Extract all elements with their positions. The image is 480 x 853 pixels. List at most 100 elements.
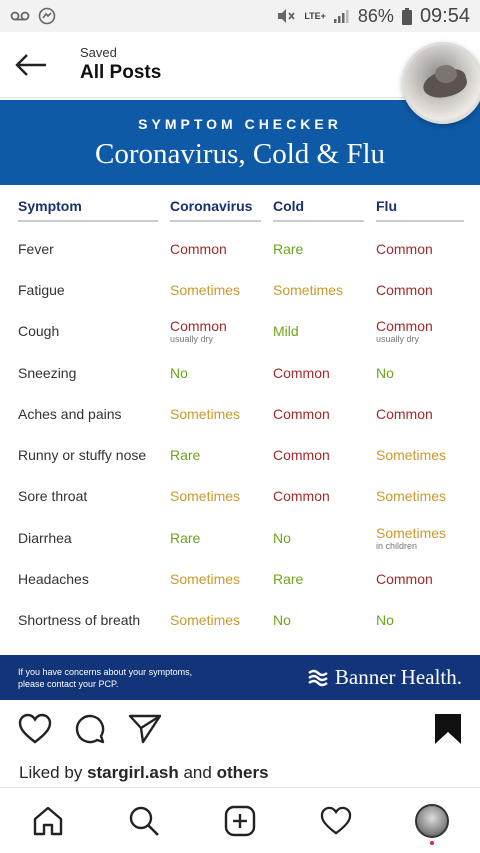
cold-cell: No xyxy=(273,517,376,558)
symptom-cell: Fever xyxy=(18,228,170,269)
symptom-cell-value: Shortness of breath xyxy=(18,612,141,629)
coronavirus-cell-value: Rare xyxy=(170,529,201,546)
flu-cell-value: Common xyxy=(376,240,433,257)
comment-button[interactable] xyxy=(74,713,106,750)
like-button[interactable] xyxy=(18,713,52,750)
flu-cell: Common usually dry xyxy=(376,311,464,352)
coronavirus-cell-value: Sometimes xyxy=(170,405,241,422)
table-row: Fatigue Sometimes Sometimes Common xyxy=(18,269,464,310)
nav-new-post[interactable] xyxy=(215,796,265,846)
likes-middle: and xyxy=(183,763,212,782)
cold-cell-value: Rare xyxy=(273,240,304,257)
comment-bubble-icon xyxy=(75,714,105,743)
symptom-cell-value: Runny or stuffy nose xyxy=(18,447,147,464)
nav-activity[interactable] xyxy=(311,796,361,846)
post-footer: If you have concerns about your symptoms… xyxy=(0,655,480,700)
cold-cell-value: Rare xyxy=(273,571,304,588)
table-row: Shortness of breath Sometimes No No xyxy=(18,600,464,641)
coronavirus-cell: Sometimes xyxy=(170,393,273,434)
coronavirus-cell: Sometimes xyxy=(170,476,273,517)
table-row: Runny or stuffy nose Rare Common Sometimes xyxy=(18,434,464,475)
symptom-table: Symptom Coronavirus Cold Flu Fever Common… xyxy=(18,198,464,641)
cold-cell: No xyxy=(273,600,376,641)
liked-by-user-link[interactable]: stargirl.ash xyxy=(87,763,179,782)
battery-icon xyxy=(401,7,412,25)
footer-note-line1: If you have concerns about your symptoms… xyxy=(18,666,193,677)
coronavirus-cell: Sometimes xyxy=(170,558,273,599)
symptom-cell: Sneezing xyxy=(18,352,170,393)
cold-cell: Common xyxy=(273,393,376,434)
symptom-cell-value: Aches and pains xyxy=(18,405,122,422)
flu-cell-value: Sometimes xyxy=(376,488,447,505)
mute-icon xyxy=(276,8,296,24)
col-header-symptom: Symptom xyxy=(18,198,158,222)
home-icon xyxy=(33,806,63,835)
cold-cell: Common xyxy=(273,476,376,517)
flu-cell: Common xyxy=(376,393,464,434)
post-banner: SYMPTOM CHECKER Coronavirus, Cold & Flu xyxy=(0,100,480,185)
collection-thumbnail[interactable] xyxy=(402,42,480,124)
share-button[interactable] xyxy=(128,713,162,750)
table-row: Sore throat Sometimes Common Sometimes xyxy=(18,476,464,517)
coronavirus-cell-value: Sometimes xyxy=(170,488,241,505)
likes-summary: Liked by stargirl.ash and others xyxy=(19,763,269,783)
flu-cell: Sometimes xyxy=(376,434,464,475)
save-button[interactable] xyxy=(434,713,462,750)
heart-icon xyxy=(18,713,52,744)
symptom-cell-value: Fatigue xyxy=(18,281,65,298)
nav-home[interactable] xyxy=(23,796,73,846)
send-icon xyxy=(128,714,162,743)
cold-cell-value: Mild xyxy=(273,323,299,340)
likes-prefix: Liked by xyxy=(19,763,83,782)
table-row: Fever Common Rare Common xyxy=(18,228,464,269)
coronavirus-cell-note: usually dry xyxy=(170,334,214,345)
cold-cell-value: Common xyxy=(273,447,330,464)
table-row: Sneezing No Common No xyxy=(18,352,464,393)
coronavirus-cell-value: Sometimes xyxy=(170,612,241,629)
voicemail-icon xyxy=(10,10,30,22)
footer-note-line2: please contact your PCP. xyxy=(18,678,119,689)
flu-cell-value: Sometimes xyxy=(376,447,447,464)
network-label: LTE+ xyxy=(304,11,326,21)
cold-cell: Sometimes xyxy=(273,269,376,310)
cold-cell-value: No xyxy=(273,612,291,629)
post-image[interactable]: SYMPTOM CHECKER Coronavirus, Cold & Flu … xyxy=(0,100,480,700)
symptom-cell-value: Sore throat xyxy=(18,488,88,505)
flu-cell: No xyxy=(376,600,464,641)
flu-cell-value: No xyxy=(376,364,394,381)
clock: 09:54 xyxy=(419,4,470,27)
symptom-cell-value: Sneezing xyxy=(18,364,77,381)
flu-cell: Sometimes in children xyxy=(376,517,464,558)
nav-profile[interactable] xyxy=(407,796,457,846)
banner-title: Coronavirus, Cold & Flu xyxy=(94,138,385,170)
symptom-cell-value: Cough xyxy=(18,323,60,340)
flu-cell-value: Common xyxy=(376,318,433,335)
signal-icon xyxy=(333,9,350,23)
col-header-cold: Cold xyxy=(273,198,364,222)
cold-cell: Mild xyxy=(273,311,376,352)
symptom-cell: Fatigue xyxy=(18,269,170,310)
page-title: All Posts xyxy=(80,62,162,83)
bottom-nav xyxy=(0,787,480,853)
symptom-cell: Sore throat xyxy=(18,476,170,517)
banner-health-logo-icon xyxy=(308,669,328,686)
coronavirus-cell: Common xyxy=(170,228,273,269)
flu-cell: Common xyxy=(376,269,464,310)
table-row: Aches and pains Sometimes Common Common xyxy=(18,393,464,434)
flu-cell-value: Common xyxy=(376,405,433,422)
cold-cell: Rare xyxy=(273,558,376,599)
cold-cell-value: Sometimes xyxy=(273,281,344,298)
cold-cell-value: Common xyxy=(273,405,330,422)
back-button[interactable] xyxy=(0,32,62,98)
brand-name: Banner Health. xyxy=(334,665,462,689)
table-header: Symptom Coronavirus Cold Flu xyxy=(18,198,464,228)
coronavirus-cell-value: No xyxy=(170,364,188,381)
flu-cell-value: Common xyxy=(376,571,433,588)
flu-cell-note: usually dry xyxy=(376,334,420,345)
likes-others-link[interactable]: others xyxy=(217,763,269,782)
nav-search[interactable] xyxy=(119,796,169,846)
symptom-cell: Cough xyxy=(18,311,170,352)
coronavirus-cell-value: Sometimes xyxy=(170,571,241,588)
symptom-cell: Headaches xyxy=(18,558,170,599)
coronavirus-cell: Rare xyxy=(170,434,273,475)
